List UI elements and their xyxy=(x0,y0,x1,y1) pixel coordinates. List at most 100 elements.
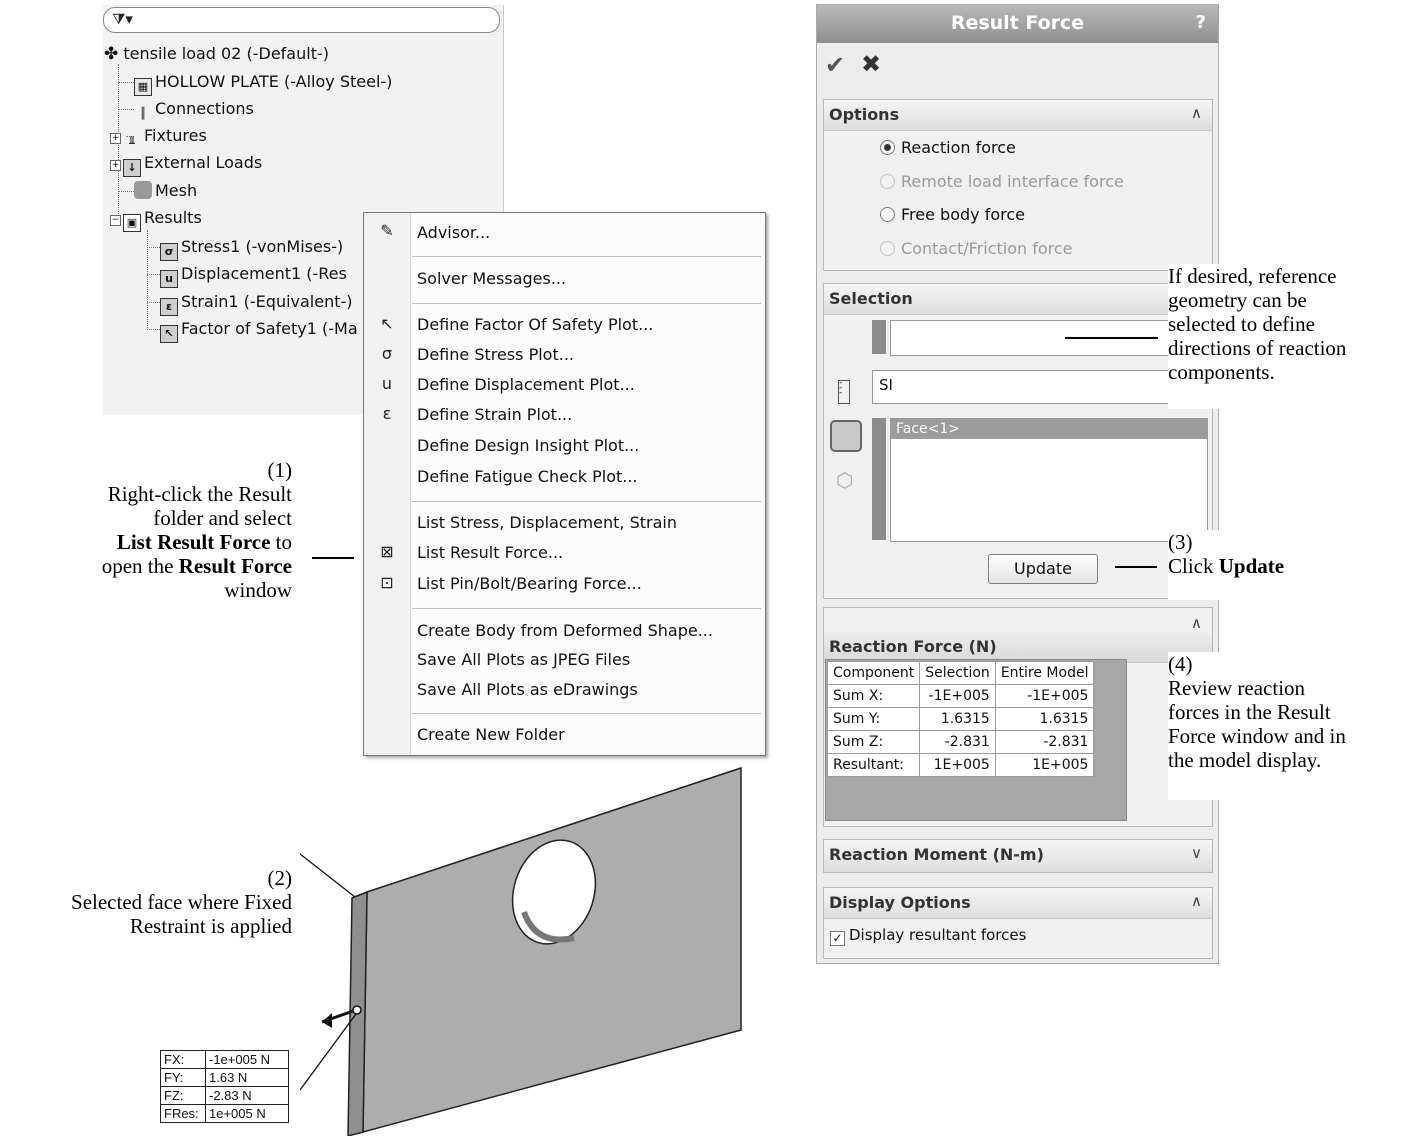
menu-item-advisor[interactable]: Advisor... xyxy=(417,220,490,246)
tree-item-strain-plot[interactable]: ε Strain1 (-Equivalent-) xyxy=(160,290,353,316)
callout-reference-geometry: If desired, reference geometry can be se… xyxy=(1168,264,1411,409)
component-selection-icon: ⬡ xyxy=(836,468,854,492)
result-force-property-manager: Result Force ? ✔ ✖ Options ∧ Reaction fo… xyxy=(816,4,1219,964)
tree-item-connections[interactable]: ║ Connections xyxy=(134,97,254,121)
tree-filter-box[interactable]: ⧩▾ xyxy=(103,7,500,33)
collapse-icon[interactable]: − xyxy=(110,215,121,226)
callout-4: (4) Review reaction forces in the Result… xyxy=(1168,652,1411,800)
units-ruler-icon: --- xyxy=(838,379,850,404)
fos-plot-icon: ↖ xyxy=(160,325,178,343)
advisor-icon: ✎ xyxy=(380,221,394,240)
checkbox-checked[interactable]: ✓ xyxy=(830,931,845,946)
tree-item-factor-of-safety-plot[interactable]: ↖ Factor of Safety1 (-Ma xyxy=(160,317,358,343)
menu-item-list-pin-bolt-bearing-force[interactable]: List Pin/Bolt/Bearing Force... xyxy=(417,571,642,597)
list-result-force-icon: ⊠ xyxy=(380,542,394,561)
cancel-x-icon[interactable]: ✖ xyxy=(861,50,881,78)
expand-chevron-icon[interactable]: ∨ xyxy=(1191,844,1202,862)
reaction-force-table: Component Selection Entire Model Sum X: … xyxy=(826,661,1095,777)
panel-title: Result Force xyxy=(950,12,1085,34)
tree-item-results[interactable]: − ▣ Results xyxy=(110,206,202,232)
ok-check-icon[interactable]: ✔ xyxy=(825,51,845,79)
stress-plot-icon: σ xyxy=(160,243,178,261)
menu-item-create-body-from-deformed-shape[interactable]: Create Body from Deformed Shape... xyxy=(417,618,713,644)
radio-free-body-force[interactable]: Free body force xyxy=(880,204,1025,226)
collapse-chevron-icon[interactable]: ∧ xyxy=(1191,104,1202,122)
callout-1-leader xyxy=(312,557,354,559)
part-icon: ▦ xyxy=(134,78,152,96)
menu-item-define-stress-plot[interactable]: Define Stress Plot... xyxy=(417,342,574,368)
stress-plot-icon: σ xyxy=(381,344,393,363)
table-row: Sum Z: -2.831 -2.831 xyxy=(826,730,1095,754)
selected-entities-list[interactable]: Face<1> xyxy=(890,418,1208,542)
reference-geometry-field[interactable] xyxy=(890,320,1208,356)
fixtures-icon: ⫫ xyxy=(128,134,136,147)
menu-item-define-fos-plot[interactable]: Define Factor Of Safety Plot... xyxy=(417,312,653,338)
panel-title-bar: Result Force ? xyxy=(817,5,1218,43)
force-origin-marker xyxy=(352,1005,362,1015)
menu-item-list-result-force[interactable]: List Result Force... xyxy=(417,540,563,566)
study-icon: ✤ xyxy=(104,44,119,64)
results-context-menu: ✎ Advisor... Solver Messages... ↖ Define… xyxy=(363,212,766,756)
help-icon[interactable]: ? xyxy=(1196,12,1206,33)
display-resultant-forces-checkbox[interactable]: ✓ Display resultant forces xyxy=(830,926,1026,946)
mesh-icon xyxy=(134,181,152,199)
tree-item-mesh[interactable]: Mesh xyxy=(134,179,197,203)
selection-group: Selection --- SI ⬡ Face<1> Update xyxy=(823,283,1213,599)
menu-item-define-design-insight-plot[interactable]: Define Design Insight Plot... xyxy=(417,433,639,459)
plate-front-face xyxy=(362,766,742,1133)
list-pin-bolt-force-icon: ⊡ xyxy=(380,573,394,592)
reaction-moment-group[interactable]: Reaction Moment (N-m) ∨ xyxy=(823,839,1213,873)
radio-reaction-force[interactable]: Reaction force xyxy=(880,137,1016,159)
connections-icon: ║ xyxy=(139,107,147,120)
tree-item-external-loads[interactable]: + ↓ External Loads xyxy=(110,151,262,177)
units-dropdown[interactable]: SI xyxy=(872,370,1208,404)
table-row: Sum Y: 1.6315 1.6315 xyxy=(826,707,1095,731)
menu-item-create-new-folder[interactable]: Create New Folder xyxy=(417,722,565,748)
callout-3: (3) Click Update xyxy=(1168,530,1368,600)
tree-item-hollow-plate[interactable]: ▦ HOLLOW PLATE (-Alloy Steel-) xyxy=(134,70,392,96)
tree-item-stress-plot[interactable]: σ Stress1 (-vonMises-) xyxy=(160,235,343,261)
callout-2: (2) Selected face where Fixed Restraint … xyxy=(0,866,292,938)
radio-button-selected[interactable] xyxy=(880,140,895,155)
results-folder-icon: ▣ xyxy=(123,214,141,232)
options-group: Options ∧ Reaction force Remote load int… xyxy=(823,99,1213,271)
tree-root-study[interactable]: ✤ tensile load 02 (-Default-) xyxy=(104,42,329,66)
selection-group-header[interactable]: Selection xyxy=(824,284,1212,315)
radio-contact-friction-force: Contact/Friction force xyxy=(880,238,1073,260)
face-selection-icon[interactable] xyxy=(830,420,862,452)
displacement-plot-icon: u xyxy=(160,270,178,288)
tree-item-displacement-plot[interactable]: u Displacement1 (-Res xyxy=(160,262,347,288)
displacement-plot-icon: u xyxy=(381,374,393,393)
display-options-group: Display Options ∧ ✓ Display resultant for… xyxy=(823,887,1213,959)
menu-item-define-strain-plot[interactable]: Define Strain Plot... xyxy=(417,402,572,428)
external-loads-icon: ↓ xyxy=(123,159,141,177)
collapse-chevron-icon[interactable]: ∧ xyxy=(1191,892,1202,910)
menu-item-solver-messages[interactable]: Solver Messages... xyxy=(417,266,566,292)
menu-item-define-fatigue-check-plot[interactable]: Define Fatigue Check Plot... xyxy=(417,464,638,490)
update-button[interactable]: Update xyxy=(988,554,1098,584)
callout-3-leader xyxy=(1115,566,1157,568)
table-row: Sum X: -1E+005 -1E+005 xyxy=(826,684,1095,708)
table-row: Resultant: 1E+005 1E+005 xyxy=(826,753,1095,777)
callout-reference-leader xyxy=(1065,337,1158,339)
funnel-icon[interactable]: ⧩▾ xyxy=(112,10,133,28)
radio-remote-load-interface-force: Remote load interface force xyxy=(880,171,1124,193)
strain-plot-icon: ε xyxy=(160,298,178,316)
callout-1: (1) Right-click the Result folder and se… xyxy=(40,458,292,664)
menu-item-save-plots-edrawings[interactable]: Save All Plots as eDrawings xyxy=(417,677,638,703)
display-options-header[interactable]: Display Options ∧ xyxy=(824,888,1212,919)
expand-icon[interactable]: + xyxy=(110,133,121,144)
strain-plot-icon: ε xyxy=(382,404,392,423)
expand-icon[interactable]: + xyxy=(110,160,121,171)
tree-item-fixtures[interactable]: + ⫫ Fixtures xyxy=(110,124,207,148)
callout-2-leader xyxy=(300,853,356,898)
menu-item-save-plots-jpeg[interactable]: Save All Plots as JPEG Files xyxy=(417,647,630,673)
menu-item-list-stress-displacement-strain[interactable]: List Stress, Displacement, Strain xyxy=(417,510,677,536)
list-item-face[interactable]: Face<1> xyxy=(891,419,1207,439)
model-force-readout: FX: -1e+005 N FY: 1.63 N FZ: -2.83 N FRes: 1… xyxy=(160,1050,289,1123)
options-group-header[interactable]: Options ∧ xyxy=(824,100,1212,131)
collapse-chevron-icon[interactable]: ∧ xyxy=(1191,614,1202,632)
menu-item-define-displacement-plot[interactable]: Define Displacement Plot... xyxy=(417,372,635,398)
fos-plot-icon: ↖ xyxy=(380,314,394,333)
model-view xyxy=(300,766,742,1136)
